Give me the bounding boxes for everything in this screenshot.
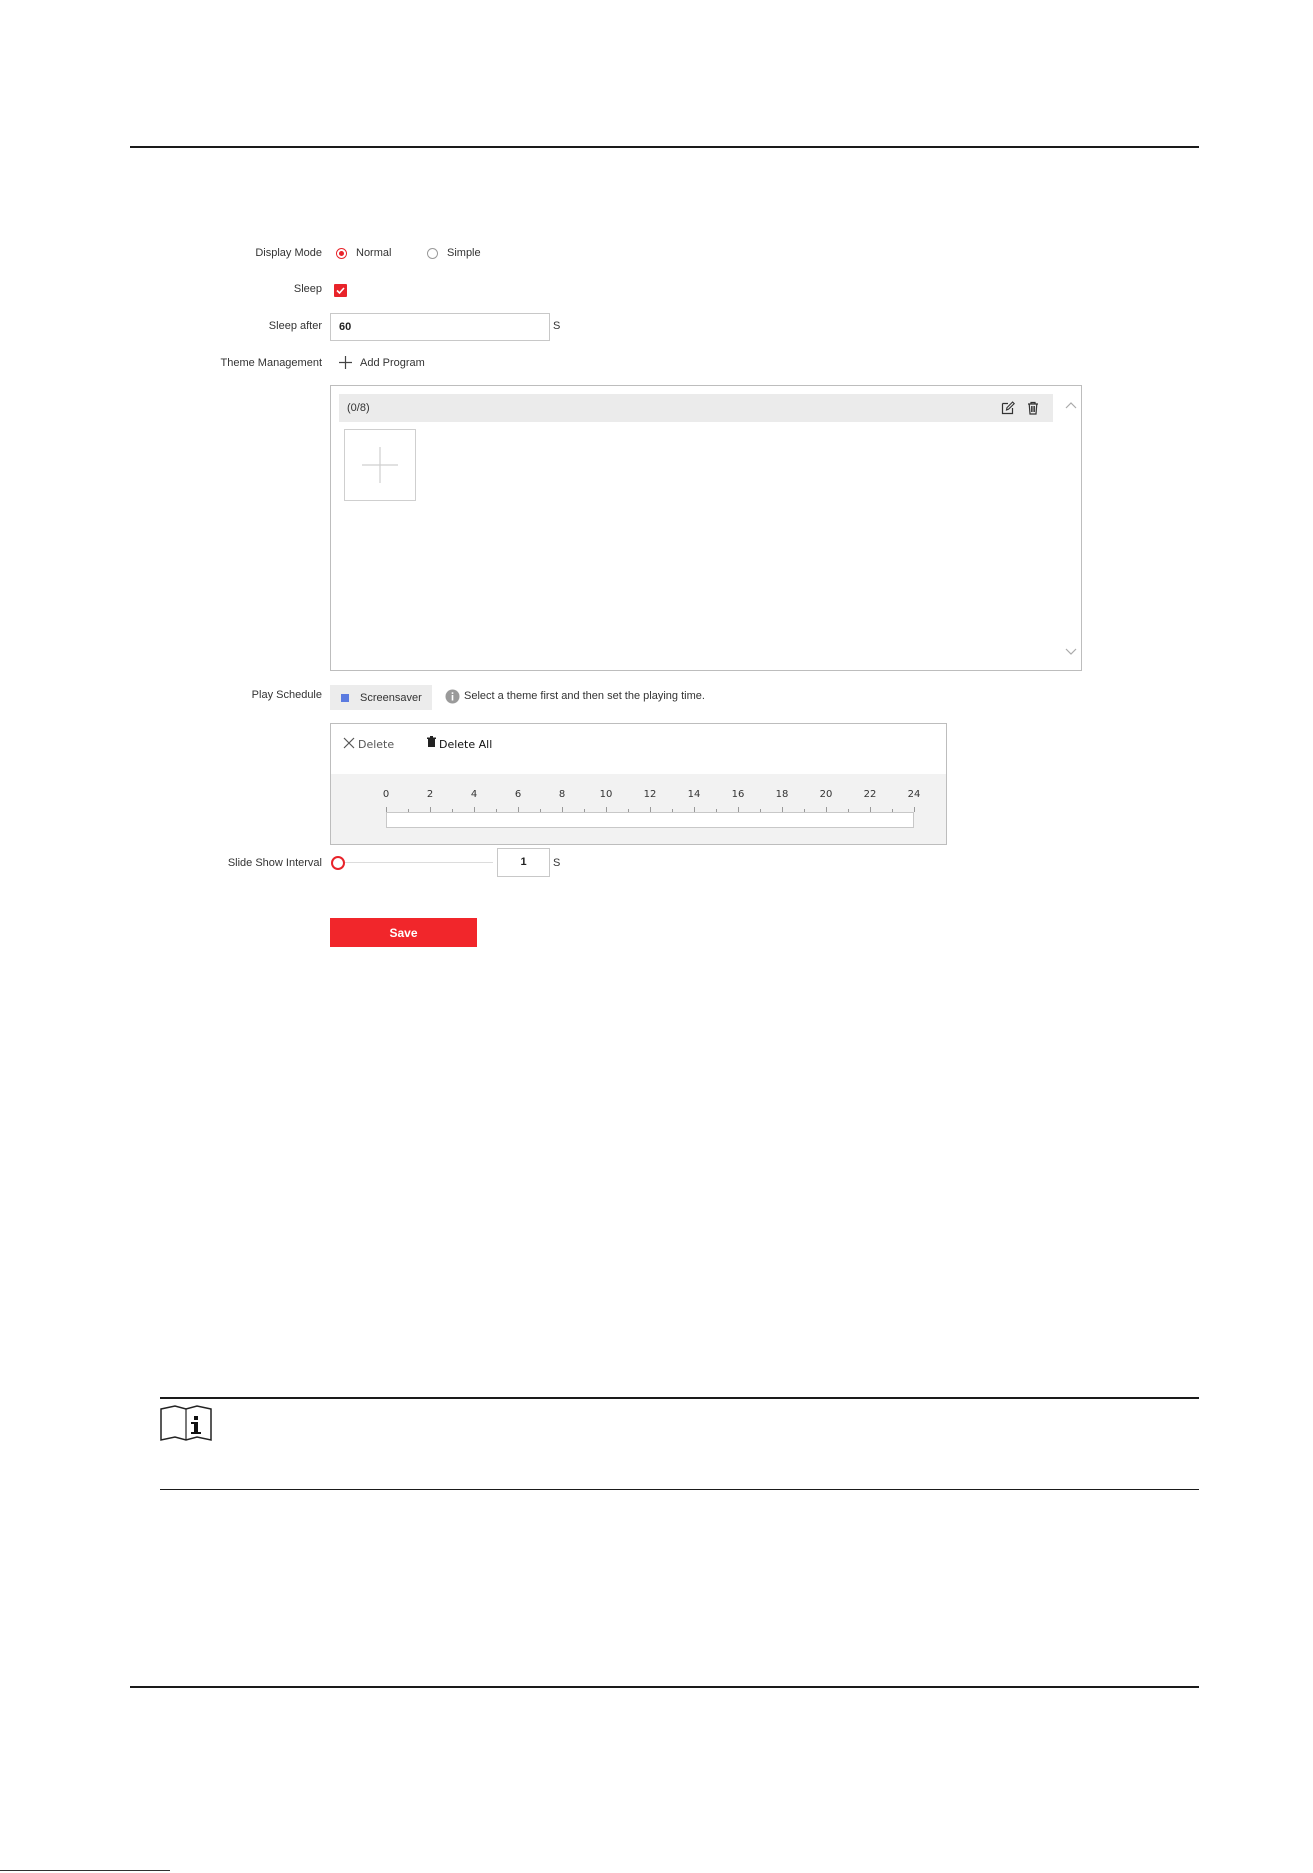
theme-count: (0/8)	[347, 402, 370, 414]
radio-simple[interactable]	[427, 248, 438, 259]
interval-unit: S	[553, 857, 561, 869]
slide-show-interval-label: Slide Show Interval	[227, 857, 322, 869]
theme-management-label: Theme Management	[220, 357, 323, 369]
sleep-checkbox[interactable]	[334, 284, 347, 297]
display-mode-label: Display Mode	[255, 247, 322, 259]
check-icon	[336, 287, 345, 295]
trash-icon[interactable]	[1025, 400, 1041, 416]
plus-icon	[362, 447, 398, 483]
timeline-ticks	[331, 774, 946, 814]
interval-value: 1	[520, 856, 527, 868]
add-theme-tile[interactable]	[344, 429, 416, 501]
tick	[914, 807, 915, 812]
sleep-after-unit: S	[553, 320, 561, 332]
delete-all-label: Delete All	[439, 738, 493, 751]
timeline-area: 0 2 4 6 8 10 12 14 16 18 20 22 24	[331, 774, 946, 844]
sleep-after-input[interactable]: 60	[330, 313, 550, 341]
play-schedule-hint: Select a theme first and then set the pl…	[464, 690, 705, 702]
scroll-up-icon[interactable]	[1065, 401, 1077, 409]
delete-button[interactable]: Delete	[343, 736, 403, 752]
screensaver-tag-label: Screensaver	[360, 692, 422, 704]
interval-input[interactable]: 1	[497, 848, 550, 877]
edit-icon[interactable]	[1000, 400, 1016, 416]
delete-all-button[interactable]: Delete All	[426, 736, 506, 752]
header-rule	[130, 146, 1199, 148]
sleep-label: Sleep	[293, 283, 322, 295]
info-icon	[445, 689, 460, 704]
add-program-button[interactable]: Add Program	[338, 355, 448, 371]
bottom-edge-rule	[0, 1870, 170, 1871]
interval-slider-handle[interactable]	[331, 856, 345, 870]
scroll-down-icon[interactable]	[1065, 648, 1077, 656]
add-program-label: Add Program	[360, 357, 425, 369]
radio-simple-label: Simple	[447, 247, 481, 259]
close-icon	[343, 737, 355, 749]
note-bottom-rule	[160, 1489, 1199, 1490]
plus-icon	[339, 356, 352, 369]
interval-slider-track[interactable]	[338, 862, 493, 863]
play-schedule-label: Play Schedule	[251, 689, 322, 701]
theme-panel: (0/8)	[330, 385, 1082, 671]
schedule-panel: Delete Delete All 0 2 4 6 8 10 12 14 16 …	[330, 723, 947, 845]
note-icon	[160, 1405, 212, 1441]
trash-icon	[427, 736, 436, 747]
screensaver-color-swatch	[341, 694, 349, 702]
save-button[interactable]: Save	[330, 918, 477, 947]
note-top-rule	[160, 1397, 1199, 1399]
delete-label: Delete	[358, 738, 395, 751]
timeline-bar[interactable]	[386, 812, 914, 828]
screensaver-tag[interactable]: Screensaver	[330, 685, 432, 710]
theme-panel-header: (0/8)	[339, 394, 1053, 422]
radio-normal-label: Normal	[356, 247, 392, 259]
radio-normal[interactable]	[336, 248, 347, 259]
sleep-after-value: 60	[339, 321, 352, 333]
sleep-after-label: Sleep after	[268, 320, 322, 332]
footer-rule	[130, 1686, 1199, 1688]
